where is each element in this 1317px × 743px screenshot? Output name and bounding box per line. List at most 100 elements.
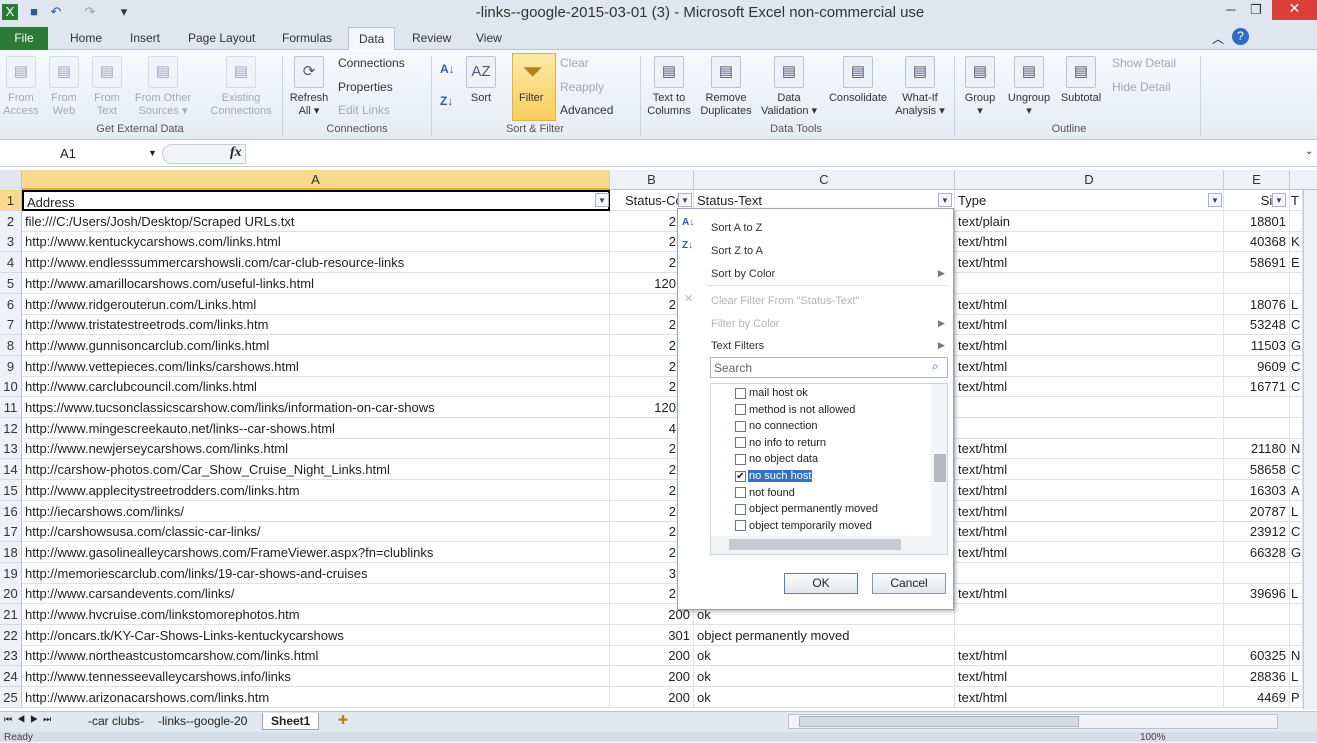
cell[interactable]: text/html — [955, 541, 1224, 563]
insert-function-button[interactable]: fx — [230, 145, 242, 161]
filter-value-item[interactable]: method is not allowed — [735, 404, 856, 416]
insert-sheet-icon[interactable]: ✚ — [338, 713, 348, 727]
row-header[interactable]: 15 — [0, 479, 22, 501]
cell[interactable]: http://www.applecitystreetrodders.com/li… — [22, 479, 610, 501]
cell[interactable]: 200 — [610, 645, 694, 667]
name-box[interactable]: A1 — [2, 144, 158, 164]
sort-z-to-a-item[interactable]: Sort Z to A — [711, 245, 763, 257]
cell[interactable]: text/html — [955, 231, 1224, 253]
cell[interactable]: C — [1290, 521, 1303, 543]
refresh-all-button[interactable]: ⟳ Refresh All ▾ — [286, 56, 332, 118]
filter-value-item[interactable]: no object data — [735, 453, 819, 465]
cell[interactable]: http://www.vettepieces.com/links/carshow… — [22, 355, 610, 377]
cell[interactable]: http://www.hvcruise.com/linkstomorephoto… — [22, 604, 610, 625]
row-header[interactable]: 2 — [0, 210, 22, 232]
row-header[interactable]: 14 — [0, 459, 22, 481]
cell[interactable]: text/html — [955, 645, 1224, 667]
cell[interactable]: text/html — [955, 314, 1224, 336]
row-header[interactable]: 24 — [0, 666, 22, 688]
cell[interactable]: text/html — [955, 376, 1224, 398]
row-header[interactable]: 9 — [0, 355, 22, 377]
cell[interactable]: 40368 — [1224, 231, 1290, 253]
clear-button[interactable]: Clear — [560, 56, 589, 70]
cell[interactable] — [1290, 417, 1303, 439]
sort-z-to-a-button[interactable]: Z↓ — [440, 94, 453, 108]
row-header[interactable]: 10 — [0, 376, 22, 398]
cell[interactable]: http://www.gunnisoncarclub.com/links.htm… — [22, 334, 610, 356]
cell[interactable] — [1224, 604, 1290, 625]
cell[interactable]: C — [1290, 459, 1303, 481]
checkbox[interactable] — [735, 453, 746, 465]
text-filters-item[interactable]: Text Filters — [711, 340, 764, 352]
cell[interactable]: G — [1290, 541, 1303, 563]
row-header[interactable]: 11 — [0, 397, 22, 418]
show-detail-button[interactable]: Show Detail — [1112, 56, 1176, 70]
cell[interactable] — [1290, 210, 1303, 232]
filter-dropdown-button[interactable]: ▼ — [938, 193, 952, 207]
row-header[interactable]: 19 — [0, 562, 22, 584]
clear-filter-item[interactable]: Clear Filter From "Status-Text" — [711, 295, 859, 307]
row-header[interactable]: 12 — [0, 417, 22, 439]
filter-value-item[interactable]: ✔ no such host — [735, 470, 813, 482]
cell[interactable]: 28836 — [1224, 666, 1290, 688]
row-header[interactable]: 22 — [0, 624, 22, 646]
connections-button[interactable]: Connections — [338, 56, 405, 70]
row-header[interactable]: 13 — [0, 438, 22, 460]
checkbox[interactable] — [735, 520, 746, 532]
cell[interactable] — [1290, 604, 1303, 625]
row-header[interactable]: 7 — [0, 314, 22, 336]
cell[interactable]: A — [1290, 479, 1303, 501]
ribbon-minimize-icon[interactable]: ︿ — [1212, 30, 1224, 47]
column-header-E[interactable]: E — [1224, 170, 1290, 190]
filter-dropdown-button[interactable]: ▼ — [1272, 193, 1286, 207]
row-header[interactable]: 6 — [0, 293, 22, 315]
cell[interactable]: C — [1290, 376, 1303, 398]
horizontal-scroll-thumb[interactable] — [799, 716, 1079, 727]
properties-button[interactable]: Properties — [338, 80, 393, 94]
cell[interactable]: 66328 — [1224, 541, 1290, 563]
cell[interactable] — [1290, 562, 1303, 584]
restore-button[interactable]: ❐ — [1245, 2, 1267, 20]
cell[interactable] — [1224, 562, 1290, 584]
cell[interactable]: 18801 — [1224, 210, 1290, 232]
cell[interactable]: http://carshow-photos.com/Car_Show_Cruis… — [22, 459, 610, 481]
cell[interactable] — [1224, 624, 1290, 646]
filter-by-color-item[interactable]: Filter by Color — [711, 318, 779, 330]
row-header[interactable]: 25 — [0, 686, 22, 708]
cell[interactable]: text/html — [955, 355, 1224, 377]
tab-view[interactable]: View — [466, 27, 512, 50]
cell[interactable]: K — [1290, 231, 1303, 253]
cell[interactable]: text/html — [955, 293, 1224, 315]
cell[interactable]: http://www.gasolinealleycarshows.com/Fra… — [22, 541, 610, 563]
cell[interactable]: text/html — [955, 521, 1224, 543]
from-other-sources-button[interactable]: ▤ From Other Sources ▾ — [128, 56, 198, 118]
cell[interactable]: http://www.tennesseevalleycarshows.info/… — [22, 666, 610, 688]
cell[interactable] — [955, 562, 1224, 584]
tab-page-layout[interactable]: Page Layout — [178, 27, 265, 50]
tab-data[interactable]: Data — [348, 27, 396, 50]
cell[interactable]: 53248 — [1224, 314, 1290, 336]
filter-value-item[interactable]: not found — [735, 487, 796, 499]
close-button[interactable]: ✕ — [1272, 0, 1317, 20]
column-header-A[interactable]: A — [22, 170, 610, 190]
cell[interactable] — [1224, 272, 1290, 294]
select-all-button[interactable] — [0, 170, 22, 190]
cell[interactable]: text/html — [955, 583, 1224, 605]
tab-review[interactable]: Review — [402, 27, 461, 50]
cell[interactable]: http://carshowsusa.com/classic-car-links… — [22, 521, 610, 543]
sort-a-to-z-item[interactable]: Sort A to Z — [711, 222, 762, 234]
filter-value-item[interactable]: no connection — [735, 420, 819, 432]
cell[interactable]: text/html — [955, 479, 1224, 501]
cell[interactable]: http://www.mingescreekauto.net/links--ca… — [22, 417, 610, 439]
filter-value-item[interactable]: object temporarily moved — [735, 520, 873, 532]
cell[interactable]: L — [1290, 293, 1303, 315]
cell[interactable] — [955, 624, 1224, 646]
subtotal-button[interactable]: ▤ Subtotal — [1058, 56, 1104, 105]
edit-links-button[interactable]: Edit Links — [338, 103, 390, 117]
vertical-scrollbar[interactable] — [1303, 190, 1317, 710]
tab-insert[interactable]: Insert — [120, 27, 170, 50]
cell[interactable]: 20787 — [1224, 500, 1290, 522]
checkbox[interactable] — [735, 387, 746, 399]
tab-formulas[interactable]: Formulas — [272, 27, 342, 50]
help-icon[interactable]: ? — [1232, 28, 1249, 45]
